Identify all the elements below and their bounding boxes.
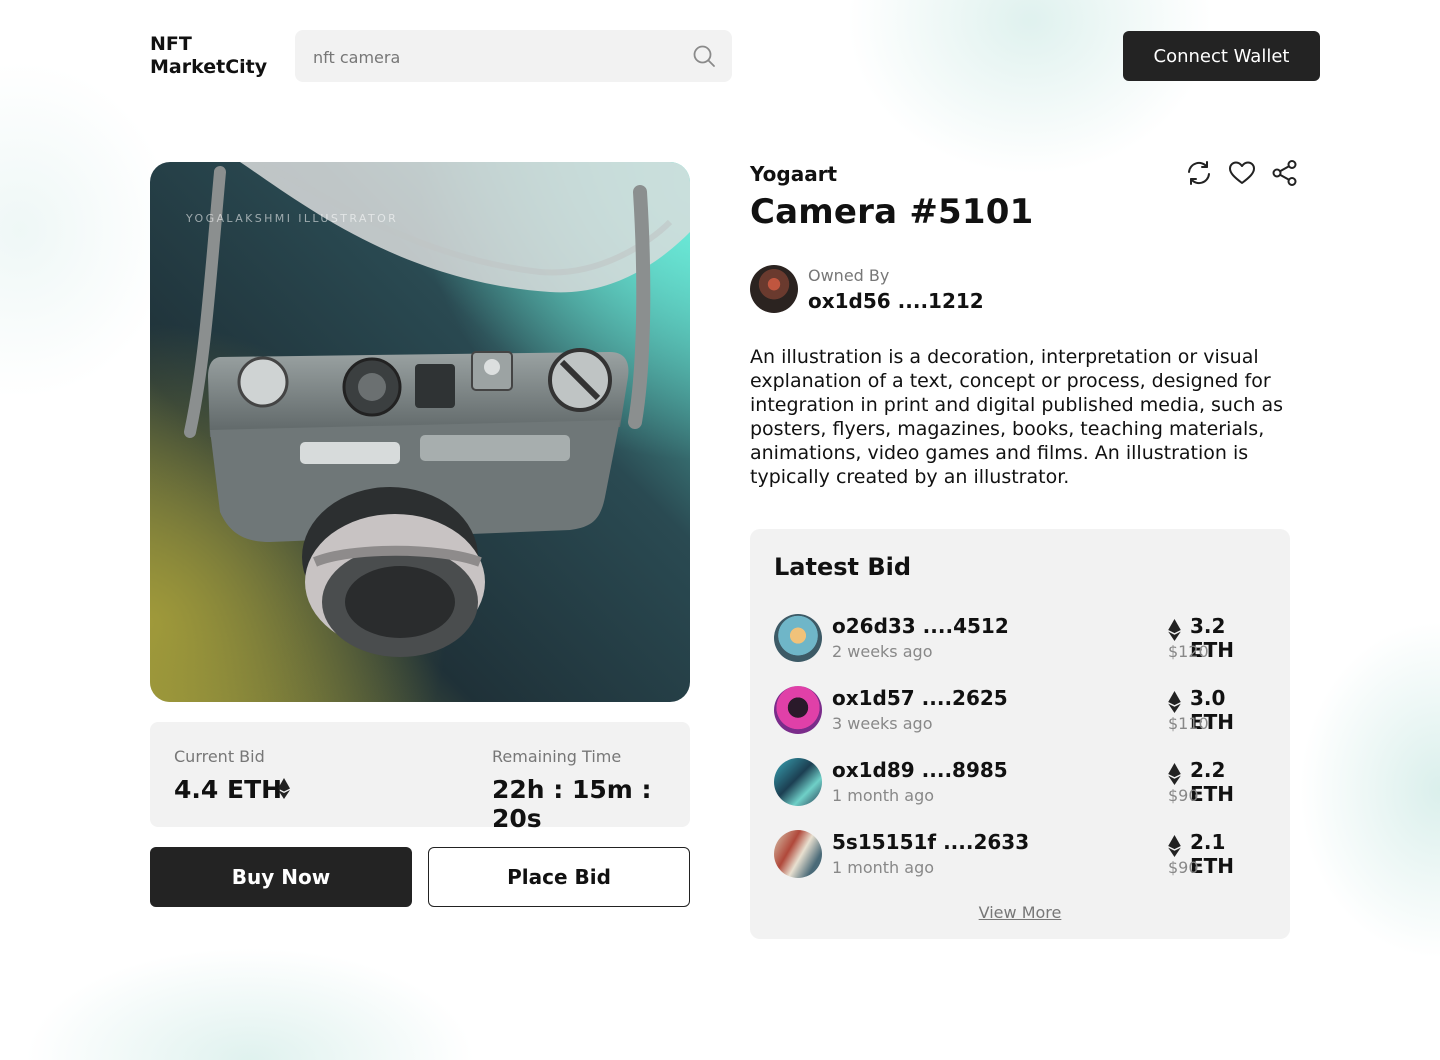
bid-status-panel: Current Bid 4.4 ETH Remaining Time 22h :… [150,722,690,833]
bid-usd: $90 [1168,858,1199,877]
remaining-time-label: Remaining Time [492,747,622,766]
ethereum-icon [1168,619,1181,641]
bidder-address: o26d33 ....4512 [832,614,1009,638]
bidder-avatar [774,758,822,806]
bid-usd: $120 [1168,642,1209,661]
item-description: An illustration is a decoration, interpr… [750,346,1284,488]
owner-address[interactable]: ox1d56 ....1212 [808,289,984,313]
bidder-address: 5s15151f ....2633 [832,830,1030,854]
bid-time: 3 weeks ago [832,714,933,733]
latest-bid-heading: Latest Bid [774,553,912,581]
current-bid-label: Current Bid [174,747,265,766]
bidder-avatar [774,830,822,878]
bid-amount: 2.2 ETH [1190,758,1235,806]
current-bid-value: 4.4 ETH [174,775,283,804]
bid-usd: $90 [1168,786,1199,805]
bid-row[interactable]: ox1d57 ....2625 3 weeks ago 3.0 ETH $110 [774,686,1266,742]
bidder-address: ox1d57 ....2625 [832,686,1008,710]
latest-bid-panel: Latest Bid o26d33 ....4512 2 weeks ago 3… [750,529,1290,939]
owner-avatar[interactable] [750,265,798,313]
page-title: Camera #5101 [750,192,1034,232]
bid-usd: $110 [1168,714,1209,733]
bidder-address: ox1d89 ....8985 [832,758,1008,782]
ethereum-icon [278,778,290,799]
search-input[interactable] [311,44,675,70]
collection-name[interactable]: Yogaart [750,162,837,186]
logo-line-2: MarketCity [150,56,268,78]
view-more-link[interactable]: View More [750,903,1290,922]
bid-time: 1 month ago [832,858,935,877]
bid-time: 1 month ago [832,786,935,805]
logo-line-1: NFT [150,33,192,55]
remaining-time-value: 22h : 15m : 20s [492,775,652,833]
bidder-avatar [774,686,822,734]
bidder-avatar [774,614,822,662]
bid-row[interactable]: ox1d89 ....8985 1 month ago 2.2 ETH $90 [774,758,1266,814]
camera-illustration [150,162,690,702]
nft-artwork-image[interactable]: YOGALAKSHMI ILLUSTRATOR [150,162,690,702]
place-bid-button[interactable]: Place Bid [428,847,690,907]
ethereum-icon [1168,763,1181,785]
buy-now-button[interactable]: Buy Now [150,847,412,907]
bid-time: 2 weeks ago [832,642,933,661]
bid-amount: 2.1 ETH [1190,830,1235,878]
logo[interactable]: NFT MarketCity [150,33,280,79]
item-actions [1184,158,1300,188]
search-icon[interactable] [692,44,716,68]
heart-icon[interactable] [1227,158,1257,188]
owned-by-label: Owned By [808,266,890,285]
ethereum-icon [1168,835,1181,857]
search-bar [295,30,732,82]
ethereum-icon [1168,691,1181,713]
connect-wallet-button[interactable]: Connect Wallet [1123,31,1320,81]
artwork-caption: YOGALAKSHMI ILLUSTRATOR [186,212,399,225]
refresh-icon[interactable] [1184,158,1214,188]
bid-row[interactable]: 5s15151f ....2633 1 month ago 2.1 ETH $9… [774,830,1266,886]
share-icon[interactable] [1270,158,1300,188]
bid-row[interactable]: o26d33 ....4512 2 weeks ago 3.2 ETH $120 [774,614,1266,670]
